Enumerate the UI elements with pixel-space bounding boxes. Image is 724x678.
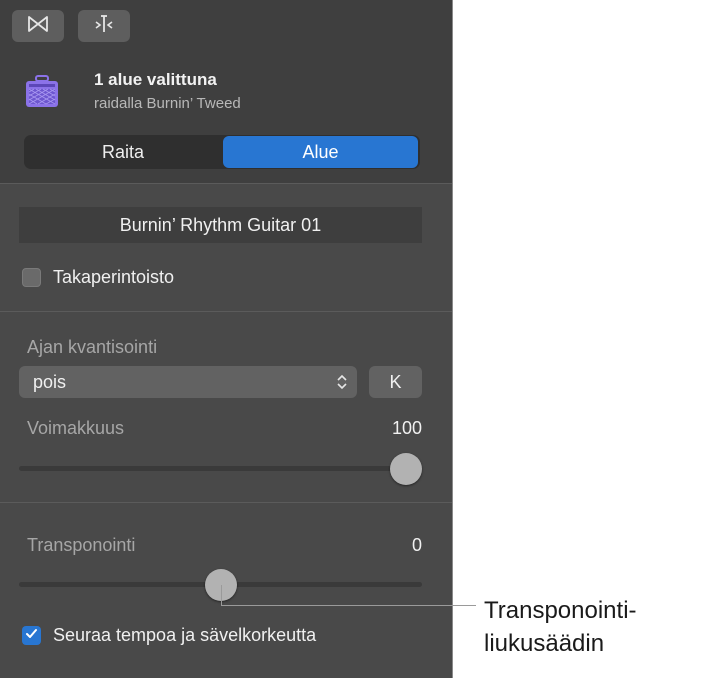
callout-annotation: Transponointi- liukusäädin — [484, 594, 637, 660]
guitar-amp-icon — [24, 74, 60, 110]
velocity-value: 100 — [391, 418, 422, 438]
segment-alue[interactable]: Alue — [223, 136, 418, 168]
bowtie-button[interactable] — [12, 10, 64, 42]
bowtie-icon — [27, 15, 49, 38]
track-region-segmented-control: Raita Alue — [24, 135, 420, 169]
loop-checkbox[interactable] — [22, 268, 41, 287]
selection-title: 1 alue valittuna — [94, 70, 217, 89]
loop-label: Takaperintoisto — [53, 267, 175, 287]
follow-tempo-checkbox[interactable] — [22, 626, 41, 645]
transpose-label: Transponointi — [27, 535, 136, 555]
transpose-value: 0 — [411, 535, 422, 555]
quantize-select[interactable]: pois — [19, 366, 357, 398]
split-icon — [92, 14, 116, 39]
checkmark-icon — [25, 627, 38, 645]
velocity-slider-track[interactable] — [19, 466, 422, 471]
callout-line2: liukusäädin — [484, 630, 605, 657]
loop-checkbox-row[interactable]: Takaperintoisto — [22, 267, 174, 288]
quantize-label: Ajan kvantisointi — [27, 337, 158, 357]
selection-subtitle: raidalla Burnin’ Tweed — [94, 95, 241, 112]
split-button[interactable] — [78, 10, 130, 42]
updown-chevron-icon — [335, 372, 349, 397]
segment-raita[interactable]: Raita — [24, 135, 222, 169]
follow-tempo-label: Seuraa tempoa ja sävelkorkeutta — [53, 625, 317, 645]
quantize-apply-button[interactable]: K — [369, 366, 422, 398]
divider — [0, 311, 452, 312]
callout-line-vertical — [221, 585, 222, 606]
callout-line-horizontal — [221, 605, 476, 606]
velocity-label: Voimakkuus — [27, 418, 125, 438]
follow-tempo-row[interactable]: Seuraa tempoa ja sävelkorkeutta — [22, 625, 316, 646]
inspector-panel: 1 alue valittuna raidalla Burnin’ Tweed … — [0, 0, 453, 678]
divider — [0, 183, 452, 184]
velocity-slider-thumb[interactable] — [390, 453, 422, 485]
callout-line1: Transponointi- — [484, 597, 637, 624]
quantize-value: pois — [33, 372, 67, 392]
region-name-field[interactable]: Burnin’ Rhythm Guitar 01 — [19, 207, 422, 243]
divider — [0, 502, 452, 503]
